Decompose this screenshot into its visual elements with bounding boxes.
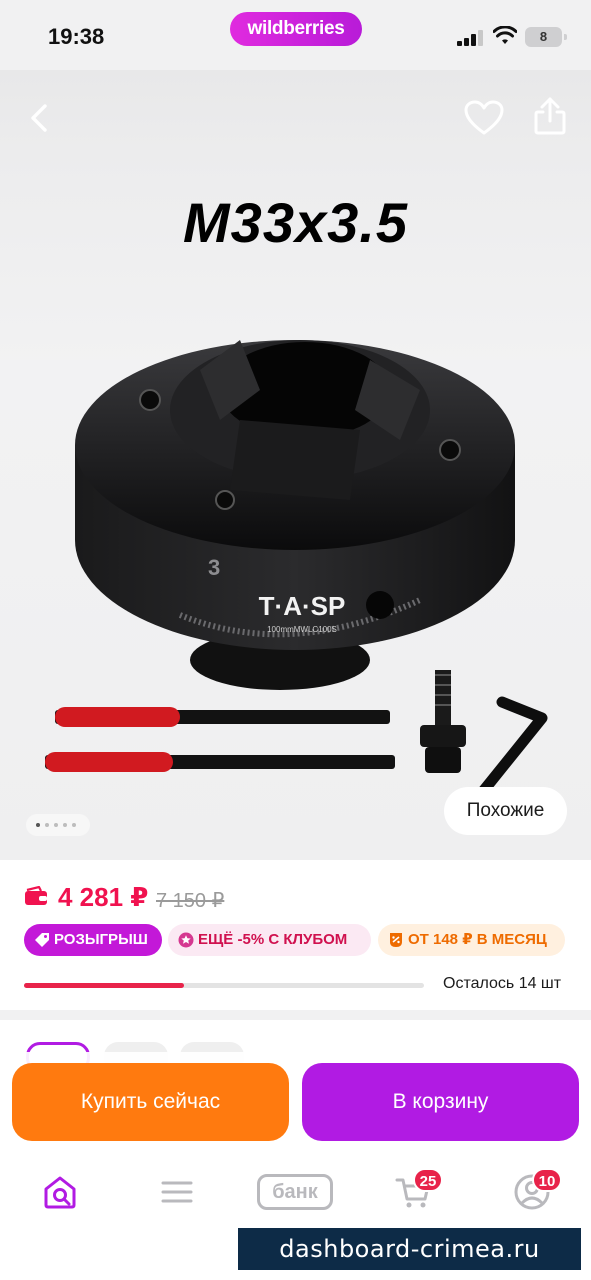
menu-icon[interactable] [157,1172,197,1212]
stock-progress-fill [24,983,184,988]
buy-now-button[interactable]: Купить сейчас [12,1063,289,1141]
purchase-actions: Купить сейчас В корзину [0,1052,591,1152]
status-bar: 19:38 wildberries 8 [0,0,591,70]
pager-dot [72,823,76,827]
thread-size-label: M33x3.5 [183,191,408,254]
wildberries-pill[interactable]: wildberries [230,12,362,46]
cart-count-badge: 25 [413,1168,443,1192]
pager-dot [45,823,49,827]
product-image: T·A·SP 100mmMWLC100S 3 [45,340,548,810]
brand-mark: T·A·SP [259,591,346,621]
model-mark: 100mmMWLC100S [267,625,337,634]
status-time: 19:38 [48,24,105,49]
wifi-icon [493,26,517,44]
installment-badge[interactable]: ОТ 148 ₽ В МЕСЯЦ [378,924,565,956]
current-price: 4 281 ₽ [58,882,149,912]
raffle-badge-label: РОЗЫГРЫШ [54,931,148,948]
gallery-pager[interactable] [26,814,90,836]
pager-dot [54,823,58,827]
price-card: 4 281 ₽ 7 150 ₽ РОЗЫГРЫШ ЕЩЁ -5% С КЛУБО… [0,860,591,1010]
watermark: dashboard-crimea.ru [238,1228,581,1270]
stock-remaining: Осталось 14 шт [443,975,562,992]
favorite-heart-icon[interactable] [464,100,504,136]
bank-tab[interactable]: банк [257,1174,333,1210]
back-arrow-icon[interactable] [22,100,58,136]
club-badge-label: ЕЩЁ -5% С КЛУБОМ [198,931,348,948]
raffle-badge[interactable]: РОЗЫГРЫШ [24,924,162,956]
pager-dot-active [36,823,40,827]
add-to-cart-button[interactable]: В корзину [302,1063,579,1141]
profile-tab[interactable]: 10 [512,1168,562,1212]
wallet-icon [25,886,47,905]
pager-dot [63,823,67,827]
product-gallery[interactable]: M33x3.5 T·A·SP 100mmMWLC100S 3 Похожие [0,70,591,860]
profile-count-badge: 10 [532,1168,562,1192]
chuck-number: 3 [208,555,220,580]
split-icon [390,933,402,947]
stock-progress-bar [24,983,424,988]
battery-indicator: 8 [525,27,567,47]
club-icon [178,932,194,948]
cellular-signal-icon [457,30,483,46]
club-discount-badge[interactable]: ЕЩЁ -5% С КЛУБОМ [168,924,371,956]
section-divider [0,1010,591,1020]
old-price: 7 150 ₽ [156,890,225,912]
cart-tab[interactable]: 25 [393,1168,443,1212]
share-icon[interactable] [532,96,568,136]
tag-icon [35,933,49,947]
home-search-icon[interactable] [40,1172,80,1212]
installment-badge-label: ОТ 148 ₽ В МЕСЯЦ [408,931,547,948]
similar-button[interactable]: Похожие [444,787,567,835]
